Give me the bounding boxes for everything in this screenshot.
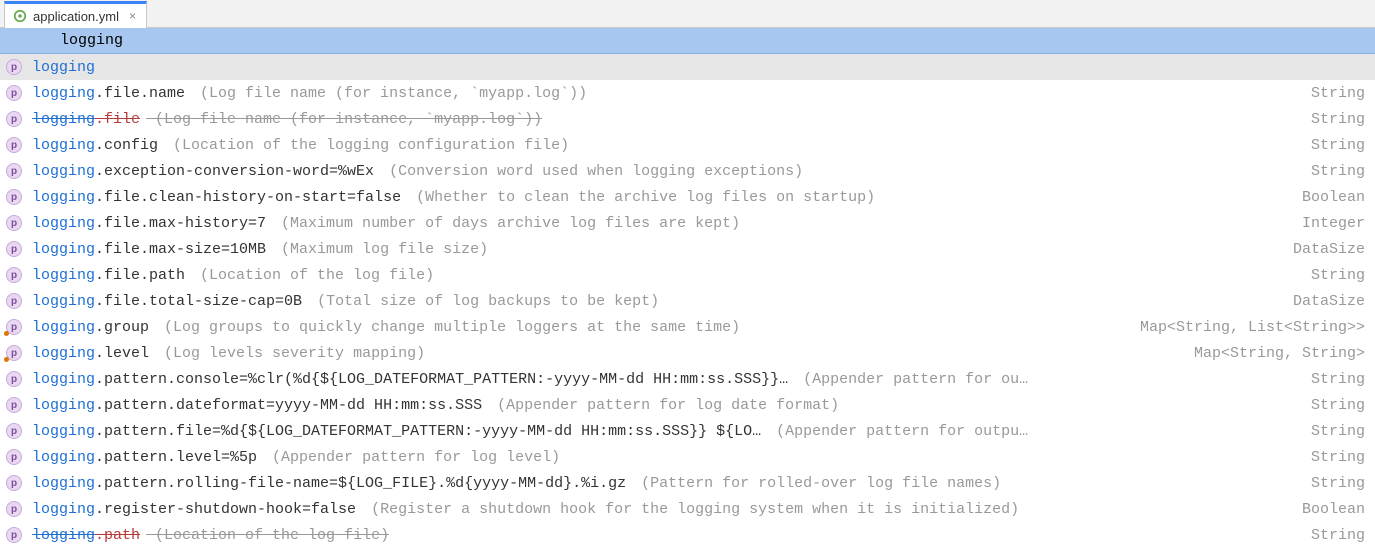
suggestion-item[interactable]: p logging.config (Location of the logging… <box>0 132 1375 158</box>
suggestion-type: Map<String, List<String>> <box>1124 319 1365 336</box>
suggestion-type: Boolean <box>1286 501 1365 518</box>
suggestion-item[interactable]: p logging.pattern.level=%5p (Appender pat… <box>0 444 1375 470</box>
suggestion-type: String <box>1295 397 1365 414</box>
suggestion-item[interactable]: p logging.file.name (Log file name (for i… <box>0 80 1375 106</box>
typed-text: logging <box>50 32 123 49</box>
suggestion-type: DataSize <box>1277 293 1365 310</box>
suggestion-item[interactable]: p logging.pattern.file=%d{${LOG_DATEFORMA… <box>0 418 1375 444</box>
suggestion-item[interactable]: p logging.file.path (Location of the log … <box>0 262 1375 288</box>
suggestion-text: logging.pattern.level=%5p (Appender patt… <box>32 449 560 466</box>
suggestion-type: Boolean <box>1286 189 1365 206</box>
suggestion-item[interactable]: p logging.pattern.dateformat=yyyy-MM-dd H… <box>0 392 1375 418</box>
tab-bar: application.yml × <box>0 0 1375 28</box>
property-badge-icon: p <box>6 397 22 413</box>
property-badge-icon: p <box>6 293 22 309</box>
suggestion-item[interactable]: p logging.pattern.console=%clr(%d{${LOG_D… <box>0 366 1375 392</box>
property-badge-icon: p <box>6 345 22 361</box>
tab-label: application.yml <box>33 9 119 24</box>
suggestion-text: logging <box>32 59 95 76</box>
property-badge-icon: p <box>6 449 22 465</box>
suggestion-text: logging.file.max-history=7 (Maximum numb… <box>32 215 740 232</box>
suggestion-text: logging.exception-conversion-word=%wEx (… <box>32 163 803 180</box>
suggestion-item[interactable]: p logging.file.clean-history-on-start=fal… <box>0 184 1375 210</box>
suggestion-text: logging.pattern.dateformat=yyyy-MM-dd HH… <box>32 397 839 414</box>
autocomplete-popup: p logging p logging.file.name (Log file nam… <box>0 54 1375 548</box>
suggestion-type: String <box>1295 371 1365 388</box>
property-badge-icon: p <box>6 215 22 231</box>
property-badge-icon: p <box>6 59 22 75</box>
file-tab[interactable]: application.yml × <box>4 1 147 28</box>
suggestion-item[interactable]: p logging.file.max-size=10MB (Maximum log… <box>0 236 1375 262</box>
suggestion-item[interactable]: p logging.register-shutdown-hook=false (R… <box>0 496 1375 522</box>
suggestion-item[interactable]: p logging.pattern.rolling-file-name=${LOG… <box>0 470 1375 496</box>
suggestion-type: Integer <box>1286 215 1365 232</box>
property-badge-icon: p <box>6 241 22 257</box>
editor-current-line[interactable]: logging <box>0 28 1375 54</box>
suggestion-type: String <box>1295 423 1365 440</box>
property-badge-icon: p <box>6 163 22 179</box>
suggestion-item[interactable]: p logging.file (Log file name (for instan… <box>0 106 1375 132</box>
property-badge-icon: p <box>6 189 22 205</box>
suggestion-text: logging.group (Log groups to quickly cha… <box>32 319 740 336</box>
suggestion-text: logging.file.clean-history-on-start=fals… <box>32 189 875 206</box>
close-icon[interactable]: × <box>129 9 136 23</box>
property-badge-icon: p <box>6 501 22 517</box>
suggestion-type: Map<String, String> <box>1178 345 1365 362</box>
suggestion-item[interactable]: p logging <box>0 54 1375 80</box>
suggestion-text: logging.file (Log file name (for instanc… <box>32 111 542 128</box>
suggestion-item[interactable]: p logging.file.max-history=7 (Maximum num… <box>0 210 1375 236</box>
property-badge-icon: p <box>6 527 22 543</box>
suggestion-text: logging.file.path (Location of the log f… <box>32 267 434 284</box>
suggestion-text: logging.file.total-size-cap=0B (Total si… <box>32 293 659 310</box>
property-badge-icon: p <box>6 111 22 127</box>
yml-file-icon <box>13 9 27 23</box>
suggestion-item[interactable]: p logging.path (Location of the log file)… <box>0 522 1375 548</box>
suggestion-text: logging.config (Location of the logging … <box>32 137 569 154</box>
suggestion-text: logging.level (Log levels severity mappi… <box>32 345 425 362</box>
suggestion-text: logging.pattern.rolling-file-name=${LOG_… <box>32 475 1001 492</box>
suggestion-text: logging.register-shutdown-hook=false (Re… <box>32 501 1019 518</box>
suggestion-type: String <box>1295 475 1365 492</box>
suggestion-type: String <box>1295 85 1365 102</box>
suggestion-type: String <box>1295 111 1365 128</box>
suggestion-text: logging.file.name (Log file name (for in… <box>32 85 587 102</box>
property-badge-icon: p <box>6 423 22 439</box>
property-badge-icon: p <box>6 475 22 491</box>
suggestion-type: String <box>1295 449 1365 466</box>
suggestion-item[interactable]: p logging.level (Log levels severity mapp… <box>0 340 1375 366</box>
property-badge-icon: p <box>6 371 22 387</box>
property-badge-icon: p <box>6 319 22 335</box>
property-badge-icon: p <box>6 137 22 153</box>
suggestion-type: String <box>1295 137 1365 154</box>
property-badge-icon: p <box>6 267 22 283</box>
suggestion-type: String <box>1295 527 1365 544</box>
suggestion-item[interactable]: p logging.exception-conversion-word=%wEx … <box>0 158 1375 184</box>
suggestion-item[interactable]: p logging.file.total-size-cap=0B (Total s… <box>0 288 1375 314</box>
suggestion-text: logging.file.max-size=10MB (Maximum log … <box>32 241 488 258</box>
suggestion-text: logging.path (Location of the log file) <box>32 527 389 544</box>
suggestion-text: logging.pattern.console=%clr(%d{${LOG_DA… <box>32 371 1028 388</box>
property-badge-icon: p <box>6 85 22 101</box>
suggestion-type: String <box>1295 163 1365 180</box>
suggestion-text: logging.pattern.file=%d{${LOG_DATEFORMAT… <box>32 423 1028 440</box>
suggestion-item[interactable]: p logging.group (Log groups to quickly ch… <box>0 314 1375 340</box>
suggestion-type: String <box>1295 267 1365 284</box>
suggestion-type: DataSize <box>1277 241 1365 258</box>
